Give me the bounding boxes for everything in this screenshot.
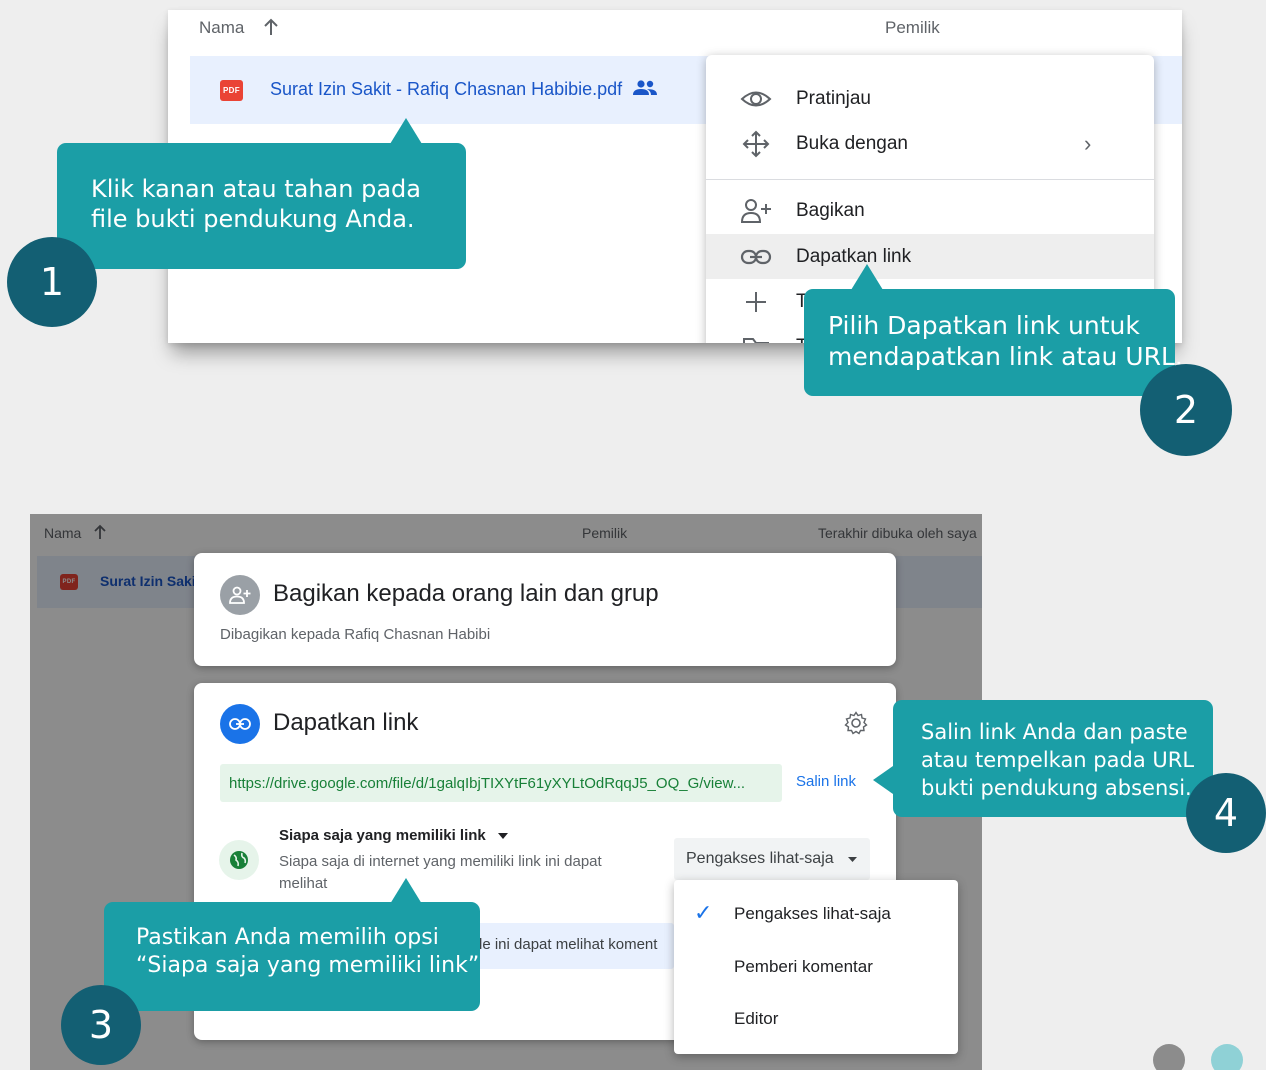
caret-down-icon (497, 832, 508, 839)
callout-2-line-1: Pilih Dapatkan link untuk (828, 311, 1140, 340)
eye-icon (740, 83, 772, 115)
link-icon (220, 704, 260, 744)
callout-2-line-2: mendapatkan link atau URL. (828, 342, 1183, 372)
step-number-3: 3 (61, 985, 141, 1065)
callout-4-line-3: bukti pendukung absensi. (921, 776, 1192, 800)
sort-up-arrow-icon[interactable] (262, 17, 280, 37)
step-number-1: 1 (7, 237, 97, 327)
callout-4-line-2: atau tempelkan pada URL (921, 748, 1195, 772)
access-scope-dropdown[interactable]: Siapa saja yang memiliki link (279, 827, 508, 844)
callout-3-line-1: Pastikan Anda memilih opsi (136, 925, 439, 950)
access-scope-label: Siapa saja yang memiliki link (279, 827, 486, 844)
menu-item-open-with[interactable]: Buka dengan › (706, 121, 1154, 166)
add-person-icon (740, 195, 772, 227)
callout-1-pointer (390, 118, 422, 144)
share-card: Bagikan kepada orang lain dan grup Dibag… (194, 553, 896, 666)
menu-divider (706, 179, 1154, 180)
step-number-4: 4 (1186, 773, 1266, 853)
link-icon (740, 241, 772, 273)
globe-icon (219, 840, 259, 880)
add-person-icon (220, 575, 260, 615)
menu-item-share[interactable]: Bagikan (706, 188, 1154, 233)
callout-2-pointer (851, 264, 883, 290)
copy-link-button[interactable]: Salin link (796, 773, 856, 790)
chevron-right-icon: › (1084, 130, 1092, 156)
callout-3-pointer (390, 878, 422, 904)
file-name[interactable]: Surat Izin Sakit - Rafiq Chasnan Habibie… (270, 79, 622, 100)
callout-3: Pastikan Anda memilih opsi “Siapa saja y… (104, 902, 480, 1011)
callout-1-line-1: Klik kanan atau tahan pada (91, 175, 421, 203)
name-column-header[interactable]: Nama (199, 18, 244, 38)
decorative-dot-teal (1211, 1044, 1243, 1070)
share-url-field[interactable]: https://drive.google.com/file/d/1galqIbj… (220, 764, 782, 802)
role-option-editor[interactable]: Editor (734, 1009, 778, 1029)
share-card-subtitle: Dibagikan kepada Rafiq Chasnan Habibi (220, 626, 491, 643)
caret-down-icon (847, 856, 857, 862)
get-link-title: Dapatkan link (273, 709, 419, 736)
step-number-2: 2 (1140, 364, 1232, 456)
folder-icon (740, 331, 772, 343)
callout-3-line-2: “Siapa saja yang memiliki link” (136, 952, 480, 978)
callout-4-pointer (873, 766, 893, 794)
pdf-file-icon: PDF (220, 80, 243, 101)
check-icon: ✓ (694, 900, 713, 925)
callout-4-line-1: Salin link Anda dan paste (921, 720, 1188, 744)
callout-1: Klik kanan atau tahan pada file bukti pe… (57, 143, 466, 269)
role-dropdown-label: Pengakses lihat-saja (686, 850, 834, 867)
shared-people-icon (632, 79, 658, 97)
role-option-commenter[interactable]: Pemberi komentar (734, 957, 873, 977)
menu-item-get-link[interactable]: Dapatkan link (706, 234, 1154, 279)
owner-column-header[interactable]: Pemilik (885, 18, 940, 38)
plus-icon (740, 286, 772, 318)
info-notice-text: le ini dapat melihat koment (479, 936, 658, 953)
role-dropdown-button[interactable]: Pengakses lihat-saja (674, 838, 870, 880)
gear-icon[interactable] (844, 711, 868, 735)
callout-4: Salin link Anda dan paste atau tempelkan… (893, 700, 1213, 817)
menu-item-preview[interactable]: Pratinjau (706, 76, 1154, 121)
decorative-dot-gray (1153, 1044, 1185, 1070)
callout-1-line-2: file bukti pendukung Anda. (91, 205, 415, 233)
access-scope-description: Siapa saja di internet yang memiliki lin… (279, 853, 602, 892)
move-icon (740, 128, 772, 160)
role-menu: ✓ Pengakses lihat-saja Pemberi komentar … (674, 880, 958, 1054)
role-option-viewer[interactable]: Pengakses lihat-saja (734, 904, 891, 924)
share-card-title: Bagikan kepada orang lain dan grup (273, 580, 659, 607)
callout-2: Pilih Dapatkan link untuk mendapatkan li… (804, 289, 1183, 396)
